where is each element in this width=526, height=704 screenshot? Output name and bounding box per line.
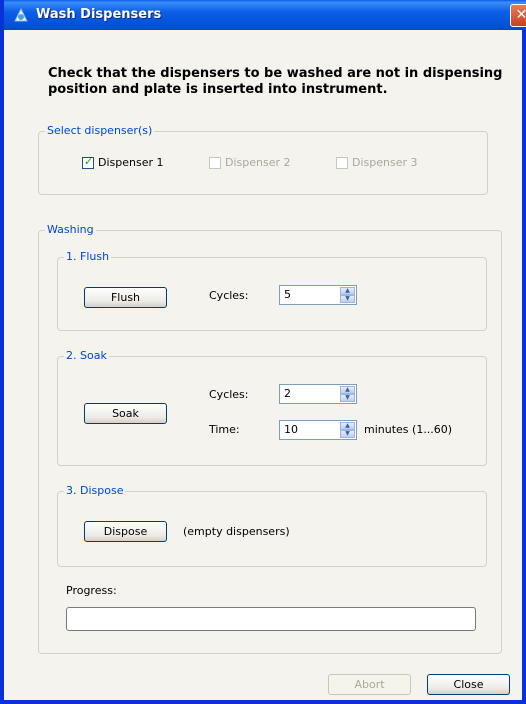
soak-cycles-value: 2: [284, 387, 291, 400]
progress-bar: [66, 607, 476, 631]
dispose-legend: 3. Dispose: [64, 484, 126, 497]
select-dispensers-legend: Select dispenser(s): [45, 124, 155, 137]
spin-up-icon[interactable]: ▲: [340, 287, 355, 295]
soak-cycles-label: Cycles:: [209, 388, 249, 401]
soak-time-label: Time:: [209, 423, 240, 436]
title-bar[interactable]: Wash Dispensers: [4, 0, 526, 30]
soak-time-value: 10: [284, 423, 298, 436]
soak-time-unit: minutes (1...60): [364, 423, 453, 436]
spinner-arrows: ▲ ▼: [340, 287, 355, 303]
checkbox-box: [209, 156, 221, 169]
abort-button[interactable]: Abort: [328, 674, 411, 695]
checkbox-box: [336, 156, 348, 169]
spinner-arrows: ▲ ▼: [340, 386, 355, 402]
checkbox-box[interactable]: ✓: [82, 154, 94, 169]
dispose-note: (empty dispensers): [183, 525, 290, 538]
flush-button[interactable]: Flush: [84, 287, 167, 308]
spin-down-icon[interactable]: ▼: [340, 295, 355, 303]
washing-legend: Washing: [45, 223, 96, 236]
dispose-button[interactable]: Dispose: [84, 521, 167, 542]
flush-cycles-value: 5: [284, 288, 291, 301]
spin-up-icon[interactable]: ▲: [340, 386, 355, 394]
spin-down-icon[interactable]: ▼: [340, 394, 355, 402]
window-title: Wash Dispensers: [36, 7, 162, 22]
soak-time-spinner[interactable]: 10 ▲ ▼: [279, 420, 357, 440]
dispenser-2-checkbox: Dispenser 2: [209, 156, 291, 169]
spin-down-icon[interactable]: ▼: [340, 430, 355, 438]
dispenser-2-label: Dispenser 2: [225, 156, 291, 169]
soak-button[interactable]: Soak: [84, 403, 167, 424]
dispenser-1-checkbox[interactable]: ✓ Dispenser 1: [82, 154, 164, 169]
spin-up-icon[interactable]: ▲: [340, 422, 355, 430]
dispenser-3-label: Dispenser 3: [352, 156, 418, 169]
progress-label: Progress:: [66, 584, 117, 597]
check-mark-icon: ✓: [84, 154, 94, 168]
window-close-button[interactable]: ✕: [510, 4, 526, 27]
flush-cycles-spinner[interactable]: 5 ▲ ▼: [279, 285, 357, 305]
dispenser-3-checkbox: Dispenser 3: [336, 156, 418, 169]
soak-cycles-spinner[interactable]: 2 ▲ ▼: [279, 384, 357, 404]
flush-legend: 1. Flush: [64, 250, 112, 263]
close-button[interactable]: Close: [427, 674, 510, 695]
instructions-text: Check that the dispensers to be washed a…: [48, 66, 503, 97]
spinner-arrows: ▲ ▼: [340, 422, 355, 438]
app-icon: [14, 7, 28, 22]
flush-cycles-label: Cycles:: [209, 289, 249, 302]
dispenser-1-label: Dispenser 1: [98, 156, 164, 169]
soak-legend: 2. Soak: [64, 349, 109, 362]
